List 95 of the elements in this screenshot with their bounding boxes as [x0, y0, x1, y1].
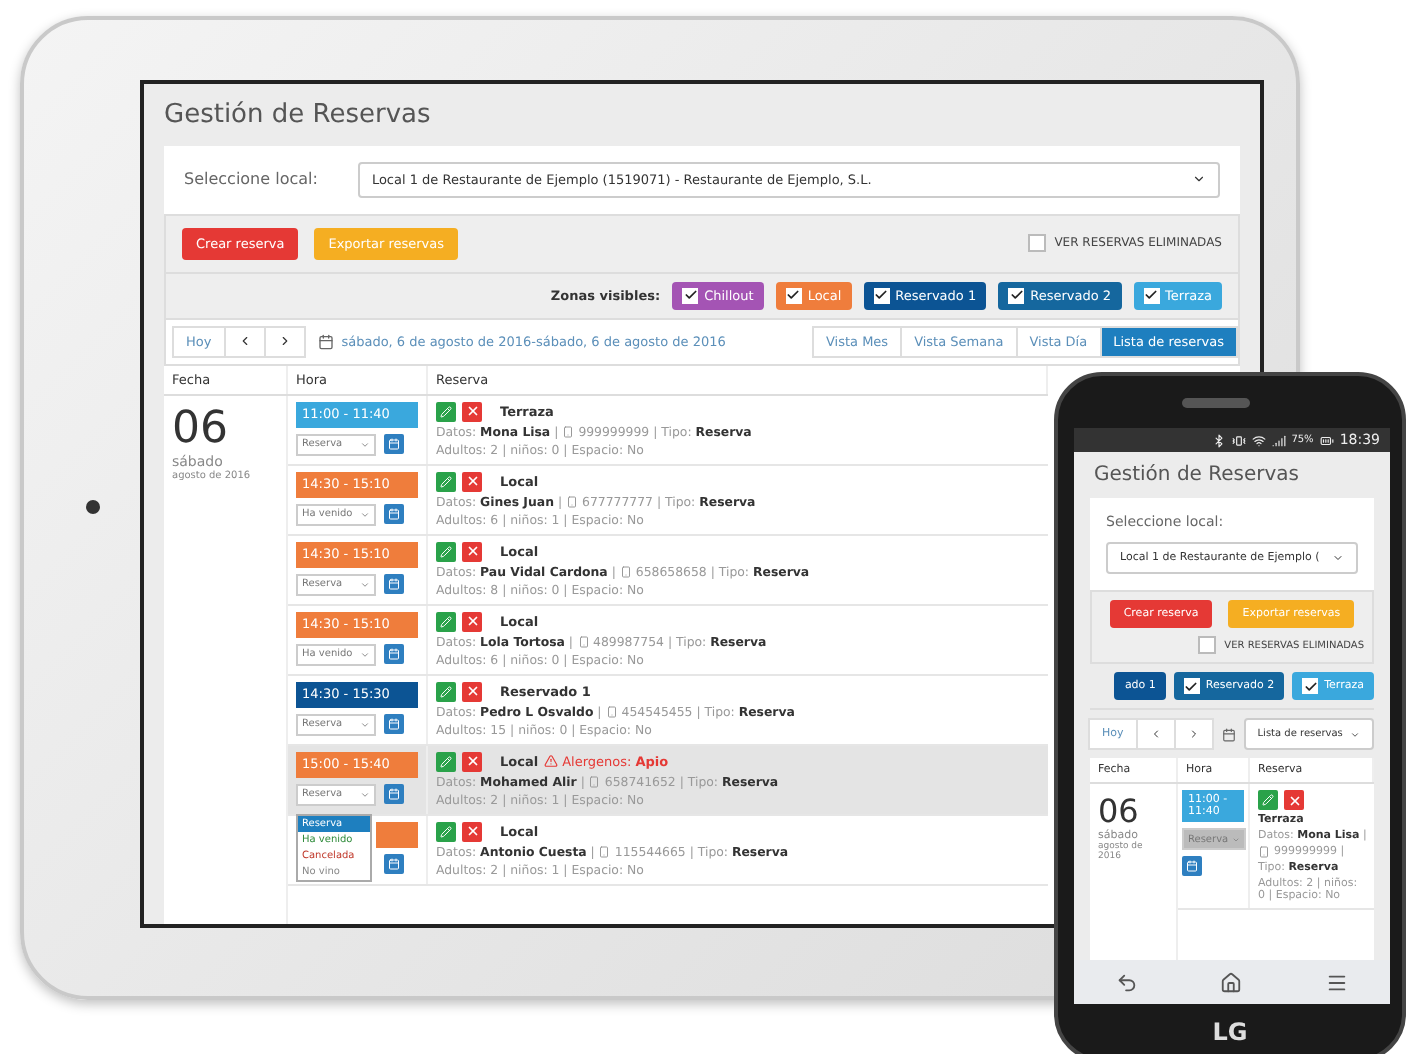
page-title: Gestión de Reservas — [162, 97, 433, 134]
chevron-right-icon — [1187, 728, 1200, 740]
caret-icon — [1332, 552, 1344, 564]
calendar-button[interactable] — [384, 574, 404, 595]
bluetooth-icon — [1211, 433, 1226, 447]
vibrate-icon — [1231, 433, 1246, 447]
calendar-icon — [388, 857, 400, 870]
phone-icon — [619, 566, 632, 579]
pencil-icon — [440, 615, 452, 628]
caret-icon — [360, 439, 370, 450]
caret-icon — [1350, 729, 1360, 739]
check-icon — [1009, 288, 1024, 303]
caret-icon — [360, 509, 370, 520]
calendar-button[interactable] — [384, 434, 404, 455]
wifi-icon — [1251, 433, 1266, 447]
close-icon — [465, 614, 479, 629]
edit-button[interactable] — [436, 821, 456, 842]
back-icon[interactable] — [1115, 971, 1138, 993]
delete-button[interactable] — [462, 821, 482, 842]
chevron-left-icon — [1149, 728, 1162, 740]
phone-icon — [566, 496, 579, 509]
calendar-icon — [388, 438, 400, 451]
delete-button[interactable] — [1284, 790, 1304, 810]
calendar-icon — [388, 648, 400, 661]
delete-button[interactable] — [462, 681, 482, 702]
chevron-right-icon — [277, 334, 292, 349]
edit-button[interactable] — [436, 541, 456, 562]
calendar-icon — [317, 333, 334, 350]
edit-button[interactable] — [436, 471, 456, 492]
day-number: 06 — [1098, 792, 1141, 830]
edit-button[interactable] — [436, 401, 456, 422]
delete-button[interactable] — [462, 611, 482, 632]
caret-icon — [360, 789, 370, 800]
close-icon — [1287, 793, 1301, 807]
day-number: 06 — [172, 403, 230, 454]
check-icon — [874, 288, 889, 303]
caret-icon — [1192, 172, 1206, 187]
caret-icon — [360, 719, 370, 730]
pencil-icon — [440, 545, 452, 558]
phone-icon — [1258, 846, 1270, 858]
phone-icon — [598, 846, 611, 859]
pencil-icon — [440, 405, 452, 418]
calendar-button[interactable] — [384, 784, 404, 805]
calendar-icon — [388, 578, 400, 591]
check-icon — [683, 288, 698, 303]
speaker-icon — [1182, 398, 1250, 408]
delete-button[interactable] — [462, 401, 482, 422]
delete-button[interactable] — [462, 471, 482, 492]
chevron-left-icon — [237, 334, 252, 349]
calendar-button[interactable] — [384, 853, 404, 874]
pencil-icon — [1262, 794, 1274, 806]
pencil-icon — [440, 685, 452, 698]
delete-button[interactable] — [462, 541, 482, 562]
close-icon — [465, 474, 479, 489]
caret-icon — [360, 649, 370, 660]
close-icon — [465, 824, 479, 839]
calendar-icon — [388, 508, 400, 521]
close-icon — [465, 544, 479, 559]
close-icon — [465, 404, 479, 419]
calendar-icon — [1186, 860, 1198, 872]
check-icon — [1144, 288, 1159, 303]
delete-button[interactable] — [462, 751, 482, 772]
menu-icon[interactable] — [1326, 971, 1349, 993]
pencil-icon — [440, 825, 452, 838]
calendar-button[interactable] — [384, 644, 404, 665]
calendar-button[interactable] — [1182, 856, 1202, 876]
caret-icon — [360, 579, 370, 590]
phone-icon — [577, 636, 590, 649]
calendar-button[interactable] — [384, 504, 404, 525]
phone-icon — [562, 426, 575, 439]
edit-button[interactable] — [1258, 790, 1278, 810]
pencil-icon — [440, 755, 452, 768]
signal-icon — [1271, 433, 1286, 447]
battery-icon — [1319, 433, 1334, 447]
check-icon — [1184, 679, 1199, 693]
check-icon — [786, 288, 801, 303]
phone-icon — [588, 776, 601, 789]
calendar-button[interactable] — [384, 714, 404, 735]
calendar-icon — [1221, 727, 1236, 741]
edit-button[interactable] — [436, 681, 456, 702]
phone-icon — [605, 706, 618, 719]
select-label: Seleccione local: — [184, 170, 318, 189]
edit-button[interactable] — [436, 611, 456, 632]
page-title: Gestión de Reservas — [1092, 462, 1302, 490]
home-icon[interactable] — [1220, 971, 1243, 993]
close-icon — [465, 754, 479, 769]
calendar-icon — [388, 788, 400, 801]
brand-logo: LG — [1212, 1018, 1248, 1046]
close-icon — [465, 684, 479, 699]
check-icon — [1303, 679, 1318, 693]
camera-icon — [86, 500, 100, 514]
warning-icon — [544, 754, 559, 769]
calendar-icon — [388, 718, 400, 731]
pencil-icon — [440, 475, 452, 488]
edit-button[interactable] — [436, 751, 456, 772]
